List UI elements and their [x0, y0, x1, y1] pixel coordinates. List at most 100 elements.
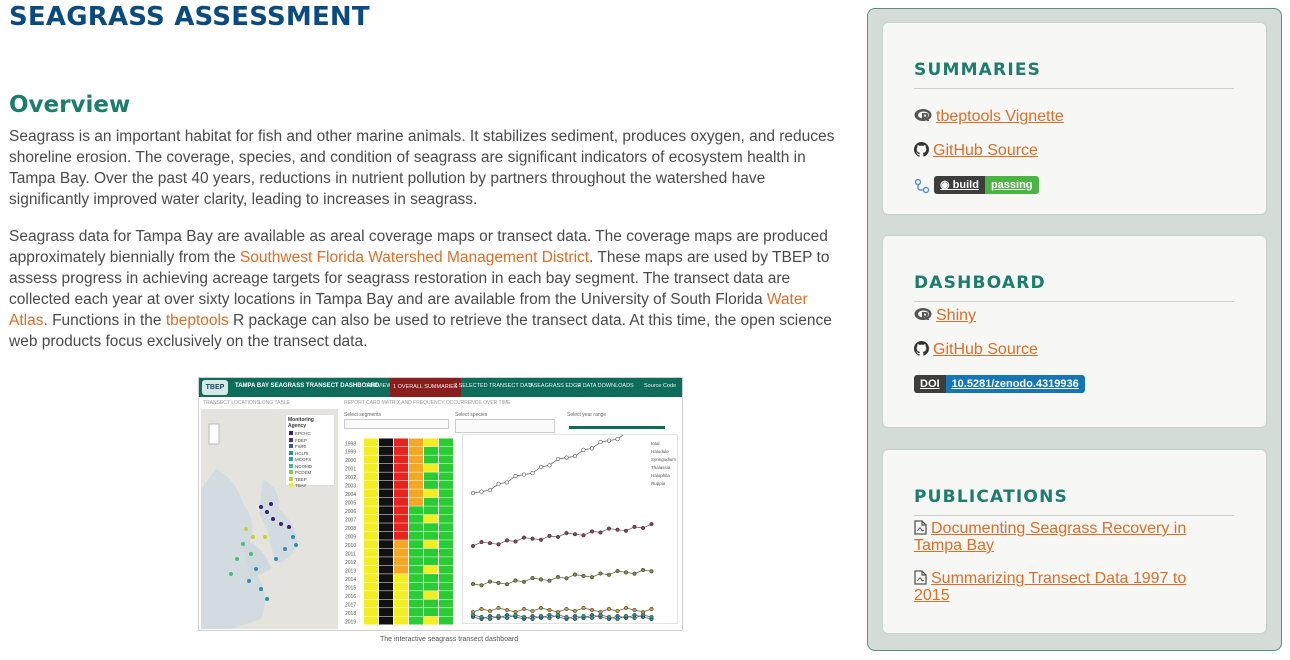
frequency-series-point [513, 578, 518, 583]
publication-link-recovery[interactable]: Documenting Seagrass Recovery in Tampa B… [914, 520, 1214, 554]
frequency-legend-item: Halodule [651, 449, 669, 454]
build-status-badge[interactable]: ◉ build passing [934, 176, 1039, 194]
frequency-series-point [521, 579, 527, 584]
report-card-cell [364, 523, 378, 532]
frequency-series-point [564, 576, 569, 581]
report-card-cell [439, 446, 453, 455]
card-title-dashboard: DASHBOARD [914, 273, 1046, 293]
frequency-series-point [623, 605, 629, 611]
report-card-cell [409, 582, 423, 591]
report-card-cell [409, 616, 423, 625]
frequency-series-point [487, 488, 493, 493]
frequency-series-point [496, 580, 501, 585]
tbeptools-vignette-link[interactable]: R tbeptools Vignette [914, 108, 1064, 126]
dashboard-subtab-locations: TRANSECT LOCATIONS [203, 400, 260, 406]
frequency-legend-item: Halophila [651, 473, 670, 478]
frequency-series-point [623, 528, 629, 533]
frequency-series-point [598, 612, 603, 618]
report-card-cell [394, 540, 408, 549]
report-card-cell [379, 506, 393, 515]
pdf-icon [914, 570, 927, 585]
frequency-series-point [538, 605, 544, 611]
summaries-github-source-link[interactable]: GitHub Source [914, 142, 1038, 160]
report-card-cell [394, 438, 408, 447]
report-card-cell [439, 497, 453, 506]
report-card-year: 2009 [345, 535, 356, 541]
frequency-series-point [521, 606, 527, 612]
frequency-series-point [504, 480, 510, 485]
r-logo-icon: R [914, 109, 932, 123]
frequency-series-point [615, 616, 620, 622]
report-card-cell [439, 608, 453, 617]
card-title-publications: PUBLICATIONS [914, 487, 1068, 507]
report-card-cell [424, 574, 438, 583]
tbeptools-link[interactable]: tbeptools [166, 312, 229, 329]
frequency-series-point [606, 526, 612, 531]
report-card-cell [379, 523, 393, 532]
swfwmd-link[interactable]: Southwest Florida Watershed Management D… [240, 249, 589, 266]
report-card-cell [379, 616, 393, 625]
frequency-series-point [632, 524, 637, 529]
frequency-series-point [564, 455, 569, 460]
doi-badge[interactable]: DOI 10.5281/zenodo.4319936 [914, 375, 1085, 393]
report-card-year: 2002 [345, 475, 356, 481]
shiny-label: Shiny [936, 307, 977, 324]
report-card-cell [394, 565, 408, 574]
report-card-cell [379, 480, 393, 489]
card-divider [914, 515, 1234, 516]
map-legend: Monitoring Agency EPCHC FDEP FWRI HCLRI MCOF… [285, 414, 335, 488]
frequency-series-point [538, 537, 544, 542]
report-card-cell [439, 599, 453, 608]
frequency-series-point [470, 543, 476, 549]
report-card-cell [439, 463, 453, 472]
tbeptools-vignette-label: tbeptools Vignette [936, 108, 1064, 125]
frequency-series-point [632, 615, 637, 621]
frequency-series-point [632, 607, 637, 613]
report-card-cell [379, 463, 393, 472]
frequency-series-point [589, 607, 595, 613]
report-card-cell [409, 540, 423, 549]
workflow-icon [914, 178, 930, 199]
frequency-series-point [530, 576, 535, 581]
shiny-link[interactable]: R Shiny [914, 307, 976, 325]
frequency-series-point [504, 582, 510, 587]
report-card-year: 2000 [345, 458, 356, 464]
section-title-overview: Overview [9, 92, 131, 118]
dashboard-tab-transect: 2 SELECTED TRANSECT DATA [454, 383, 534, 389]
frequency-legend-item: Syringodium [651, 457, 676, 462]
frequency-series-point [479, 489, 484, 494]
card-summaries: SUMMARIES R tbeptools Vignette GitHub So… [883, 23, 1266, 214]
report-card-cell [364, 506, 378, 515]
frequency-series-point [470, 612, 476, 618]
frequency-series-point [547, 533, 552, 538]
report-card-year: 2008 [345, 526, 356, 532]
publication-link-transect-summary[interactable]: Summarizing Transect Data 1997 to 2015 [914, 570, 1214, 604]
frequency-series-point [513, 539, 518, 544]
map-legend-item: TBAY [286, 483, 334, 490]
dashboard-github-source-link[interactable]: GitHub Source [914, 341, 1038, 359]
frequency-series-point [530, 616, 535, 622]
report-card-cell [394, 616, 408, 625]
svg-text:R: R [921, 111, 930, 123]
frequency-series-point [496, 613, 501, 619]
github-badge-icon: ◉ [940, 179, 953, 191]
frequency-series-point [564, 606, 569, 612]
frequency-series-point [470, 581, 476, 587]
card-divider [914, 88, 1234, 89]
report-card-cell [424, 523, 438, 532]
report-card-cell [364, 599, 378, 608]
report-card-cell [379, 438, 393, 447]
report-card-cell [439, 531, 453, 540]
report-card-cell [409, 480, 423, 489]
frequency-series-point [606, 572, 612, 577]
report-card-cell [379, 531, 393, 540]
pdf-icon [914, 520, 927, 535]
report-card-cell [379, 582, 393, 591]
report-card-cell [394, 455, 408, 464]
frequency-series-point [555, 456, 561, 462]
report-card-cell [364, 463, 378, 472]
report-card-cell [424, 455, 438, 464]
dashboard-screenshot: TBEP TAMPA BAY SEAGRASS TRANSECT DASHBOA… [198, 377, 683, 631]
frequency-series-point [470, 490, 476, 496]
github-icon [914, 142, 929, 157]
